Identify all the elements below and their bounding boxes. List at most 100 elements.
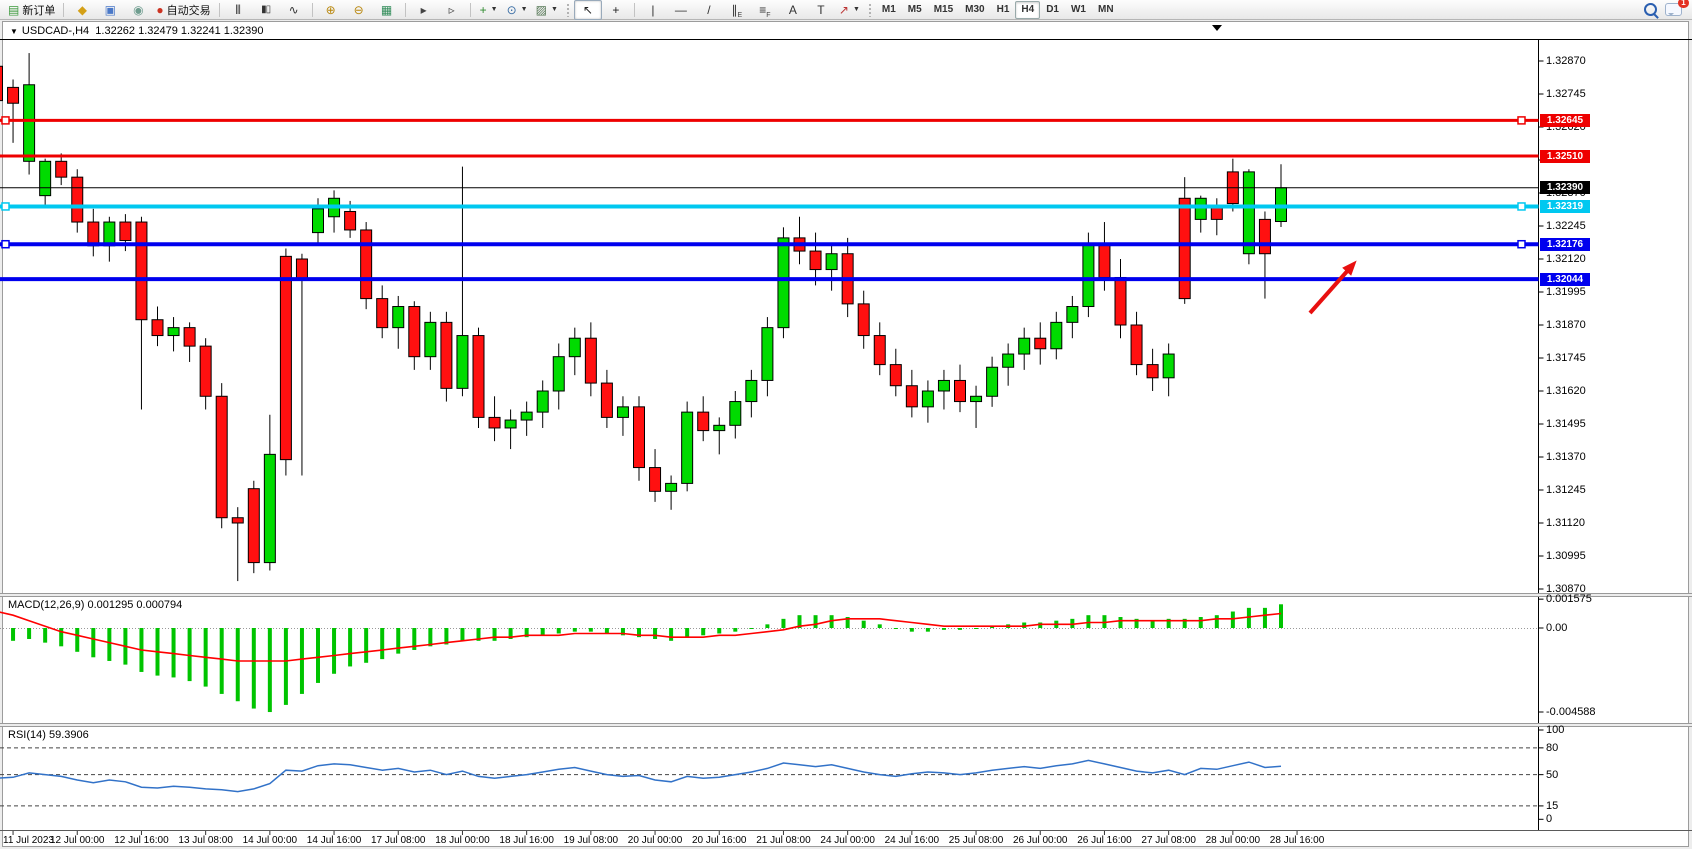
macd-histogram-bar <box>557 628 561 633</box>
macd-histogram-bar <box>878 624 882 628</box>
macd-histogram-bar <box>573 628 577 632</box>
terminal-icon: ▣ <box>105 4 116 16</box>
text-label-icon: T <box>817 4 824 16</box>
macd-histogram-bar <box>332 628 336 674</box>
template-icon: ▨ <box>536 4 547 16</box>
auto-scroll-icon: ▸ <box>421 4 427 16</box>
timeframe-mn[interactable]: MN <box>1092 1 1120 19</box>
timeframe-h1[interactable]: H1 <box>991 1 1016 19</box>
macd-histogram-bar <box>1231 612 1235 628</box>
arrow-annotation[interactable] <box>1310 261 1357 313</box>
macd-histogram-bar <box>460 628 464 641</box>
candle <box>1131 325 1142 365</box>
line-handle[interactable] <box>1518 241 1525 248</box>
toolbar-grip[interactable] <box>566 3 570 17</box>
candle <box>730 402 741 426</box>
macd-histogram-bar <box>27 628 31 639</box>
candle <box>216 396 227 517</box>
macd-histogram-bar <box>765 624 769 628</box>
toolbar-separator <box>312 3 313 17</box>
search-icon[interactable] <box>1644 3 1657 16</box>
auto-scroll-button[interactable]: ▸ <box>410 0 438 20</box>
candle <box>136 222 147 320</box>
macd-histogram-bar <box>364 628 368 663</box>
candle <box>553 357 564 391</box>
horizontal-line-button[interactable]: — <box>667 0 695 20</box>
cursor-button[interactable]: ↖ <box>574 0 602 20</box>
new-order-button[interactable]: ▤新订单 <box>4 0 59 20</box>
macd-histogram-bar <box>380 628 384 659</box>
line-handle[interactable] <box>1518 117 1525 124</box>
trendline-icon: / <box>707 4 710 16</box>
chart-shift-button[interactable]: ▹ <box>438 0 466 20</box>
add-indicator-button[interactable]: +▼ <box>475 0 503 20</box>
candle <box>1099 243 1110 277</box>
text-button[interactable]: A <box>779 0 807 20</box>
candle <box>200 346 211 396</box>
toolbar-grip[interactable] <box>868 3 872 17</box>
chart-title: ▼USDCAD-,H4 1.32262 1.32479 1.32241 1.32… <box>10 25 264 37</box>
candle <box>634 407 645 468</box>
candle <box>971 396 982 401</box>
timeframe-w1[interactable]: W1 <box>1065 1 1092 19</box>
toolbar-separator <box>405 3 406 17</box>
shapes-button[interactable]: ↗▼ <box>835 0 864 20</box>
macd-histogram-bar <box>894 628 898 629</box>
autotrading-button[interactable]: ●自动交易 <box>152 0 214 20</box>
candle <box>248 489 259 563</box>
tile-windows-button[interactable]: ▦ <box>373 0 401 20</box>
terminal-button[interactable]: ▣ <box>96 0 124 20</box>
macd-histogram-bar <box>958 628 962 630</box>
fibonacci-button[interactable]: ≡F <box>751 0 779 20</box>
signals-button[interactable]: ◉ <box>124 0 152 20</box>
timeframe-m5[interactable]: M5 <box>902 1 928 19</box>
line-handle[interactable] <box>1518 203 1525 210</box>
equidistant-channel-button[interactable]: ∥E <box>723 0 751 20</box>
line-handle[interactable] <box>2 117 9 124</box>
candle <box>987 367 998 396</box>
template-button[interactable]: ▨▼ <box>532 0 562 20</box>
candle <box>746 380 757 401</box>
zoom-out-button[interactable]: ⊖ <box>345 0 373 20</box>
candle <box>24 85 35 162</box>
candle <box>1243 172 1254 254</box>
autotrading-icon: ● <box>156 4 163 16</box>
line-handle[interactable] <box>2 203 9 210</box>
metaeditor-button[interactable]: ◆ <box>68 0 96 20</box>
macd-histogram-bar <box>43 628 47 643</box>
crosshair-button[interactable]: + <box>602 0 630 20</box>
timeframe-m1[interactable]: M1 <box>876 1 902 19</box>
zoom-out-icon: ⊖ <box>354 4 364 16</box>
macd-histogram-bar <box>942 628 946 630</box>
candle <box>906 386 917 407</box>
candle <box>1035 338 1046 349</box>
line-handle[interactable] <box>2 241 9 248</box>
candle <box>56 161 67 177</box>
timeframe-h4[interactable]: H4 <box>1015 1 1040 19</box>
line-chart-button[interactable]: ∿ <box>280 0 308 20</box>
zoom-in-button[interactable]: ⊕ <box>317 0 345 20</box>
scroll-marker-icon[interactable] <box>1212 25 1222 31</box>
trendline-button[interactable]: / <box>695 0 723 20</box>
text-label-button[interactable]: T <box>807 0 835 20</box>
chat-button[interactable]: 1 <box>1665 3 1682 16</box>
macd-histogram-bar <box>300 628 304 694</box>
macd-histogram-bar <box>733 628 737 632</box>
toolbar-separator <box>219 3 220 17</box>
panel-separator-macd[interactable] <box>0 593 1692 597</box>
vertical-line-button[interactable]: | <box>639 0 667 20</box>
macd-histogram-bar <box>910 628 914 632</box>
period-button[interactable]: ⊙▼ <box>503 0 532 20</box>
bar-chart-button[interactable]: ||| <box>224 0 252 20</box>
macd-histogram-bar <box>1263 608 1267 628</box>
timeframe-m15[interactable]: M15 <box>928 1 959 19</box>
panel-separator-rsi[interactable] <box>0 723 1692 727</box>
timeframe-d1[interactable]: D1 <box>1040 1 1065 19</box>
timeframe-m30[interactable]: M30 <box>959 1 990 19</box>
candle <box>1179 198 1190 298</box>
candlestick-chart-button[interactable]: ▮▯ <box>252 0 280 20</box>
chart-menu-arrow-icon[interactable]: ▼ <box>10 27 18 36</box>
rsi-line <box>0 760 1281 791</box>
candle <box>8 87 19 103</box>
candle <box>666 483 677 491</box>
